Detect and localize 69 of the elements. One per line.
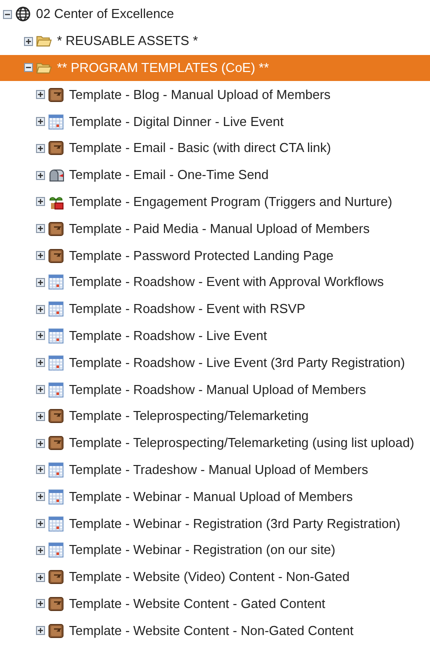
expand-icon[interactable] (36, 197, 45, 206)
tree-item-label[interactable]: Template - Teleprospecting/Telemarketing (using list upload) (69, 435, 414, 452)
box-icon (48, 248, 64, 264)
tree-item-label[interactable]: Template - Website (Video) Content - Non-Gated (69, 569, 350, 586)
expand-icon[interactable] (36, 251, 45, 260)
tree-item-label[interactable]: Template - Email - Basic (with direct CTA link) (69, 140, 331, 156)
calendar-icon (48, 274, 64, 290)
tree-item-label[interactable]: Template - Webinar - Registration (3rd Party Registration) (69, 516, 400, 532)
expand-icon[interactable] (36, 626, 45, 636)
calendar-icon (48, 516, 64, 532)
box-icon (48, 220, 64, 237)
tree-item-label[interactable]: Template - Website Content - Gated Content (69, 596, 326, 612)
expand-icon[interactable] (36, 144, 45, 153)
tree-item-label[interactable]: Template - Digital Dinner - Live Event (69, 114, 284, 130)
calendar-icon (48, 488, 64, 505)
expand-icon[interactable] (36, 358, 45, 368)
expand-icon[interactable] (36, 304, 45, 314)
tree-item-label[interactable]: Template - Email - One-Time Send (69, 167, 269, 184)
expand-icon[interactable] (36, 278, 45, 287)
box-icon (48, 86, 64, 103)
tree-item-label[interactable]: Template - Webinar - Registration (on our site) (69, 542, 336, 558)
box-icon (48, 569, 64, 586)
expand-icon[interactable] (36, 224, 45, 234)
folder-icon (36, 33, 52, 50)
mailbox-icon (48, 167, 64, 184)
box-icon (48, 435, 64, 452)
expand-icon[interactable] (36, 546, 45, 555)
expand-icon[interactable] (36, 572, 45, 582)
box-icon (48, 408, 64, 424)
expand-icon[interactable] (36, 599, 45, 608)
expand-icon[interactable] (36, 170, 45, 180)
tree-item-label[interactable]: Template - Roadshow - Event with Approval Workflows (69, 274, 384, 290)
tree-item-label[interactable]: Template - Tradeshow - Manual Upload of Members (69, 462, 368, 478)
tree-item-label[interactable]: Template - Roadshow - Live Event (69, 328, 267, 344)
expand-icon[interactable] (36, 438, 45, 448)
tree-item-label[interactable]: * REUSABLE ASSETS * (57, 33, 198, 50)
tree-item-label[interactable]: Template - Teleprospecting/Telemarketing (69, 408, 309, 424)
calendar-icon (48, 301, 64, 318)
expand-icon[interactable] (36, 117, 45, 126)
collapse-icon[interactable] (24, 63, 33, 72)
tree-item-label[interactable]: Template - Roadshow - Event with RSVP (69, 301, 306, 318)
tree-item-label[interactable]: Template - Roadshow - Live Event (3rd Party Registration) (69, 354, 405, 371)
tree-item-label[interactable]: Template - Webinar - Manual Upload of Members (69, 488, 353, 505)
box-icon (48, 140, 64, 156)
calendar-icon (48, 328, 64, 344)
tree-item-label[interactable]: Template - Website Content - Non-Gated Content (69, 622, 354, 639)
tree-item-label[interactable]: Template - Paid Media - Manual Upload of Members (69, 220, 370, 237)
expand-icon[interactable] (36, 90, 45, 100)
calendar-icon (48, 542, 64, 558)
calendar-icon (48, 354, 64, 371)
calendar-icon (48, 114, 64, 130)
expand-icon[interactable] (24, 36, 33, 46)
calendar-icon (48, 462, 64, 478)
tree-item-label[interactable]: Template - Blog - Manual Upload of Members (69, 86, 331, 103)
calendar-icon (48, 382, 64, 398)
expand-icon[interactable] (36, 492, 45, 502)
collapse-icon[interactable] (3, 10, 12, 19)
expand-icon[interactable] (36, 519, 45, 528)
tree-item-label[interactable]: Template - Engagement Program (Triggers and Nurture) (69, 194, 392, 210)
box-icon (48, 596, 64, 612)
box-icon (48, 622, 64, 639)
tree-item-label[interactable]: Template - Roadshow - Manual Upload of Members (69, 382, 366, 398)
expand-icon[interactable] (36, 465, 45, 474)
expand-icon[interactable] (36, 385, 45, 394)
globe-icon (15, 6, 31, 22)
tree-item-label[interactable]: Template - Password Protected Landing Page (69, 248, 334, 264)
expand-icon[interactable] (36, 412, 45, 421)
expand-icon[interactable] (36, 331, 45, 340)
tree-item-label[interactable]: 02 Center of Excellence (36, 6, 174, 22)
